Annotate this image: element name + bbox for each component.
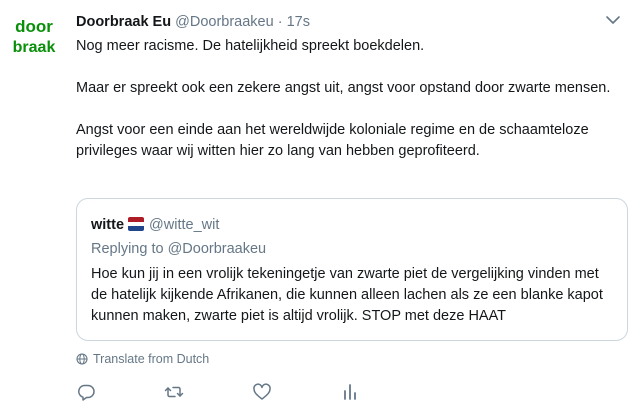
svg-text:door: door [15,17,53,36]
translate-link[interactable]: Translate from Dutch [76,351,209,367]
reply-icon[interactable] [76,382,96,402]
svg-text:braak: braak [13,39,56,56]
quoted-user-handle: @witte_wit [149,217,220,233]
tweet-timestamp[interactable]: 17s [287,14,310,30]
quoted-display-name: witte [91,217,125,233]
avatar[interactable]: door braak [10,12,58,60]
tweet-paragraph: Nog meer racisme. De hatelijkheid spreek… [76,38,425,54]
tweet-text: Nog meer racisme. De hatelijkheid spreek… [76,36,628,183]
separator-dot: · [277,14,283,30]
caret-down-icon[interactable] [605,14,621,26]
retweet-icon[interactable] [164,382,184,402]
quoted-tweet[interactable]: witte @witte_wit Replying to @Doorbraakeu… [76,198,628,341]
tweet: door braak Doorbraak Eu @Doorbraakeu · 1… [0,0,641,412]
user-handle[interactable]: @Doorbraakeu [175,14,274,30]
display-name[interactable]: Doorbraak Eu [76,14,171,30]
like-icon[interactable] [252,382,272,402]
replying-to: Replying to @Doorbraakeu [91,241,267,257]
tweet-paragraph: Angst voor een einde aan het wereldwijde… [76,122,589,159]
quoted-tweet-header: witte @witte_wit [91,216,219,234]
tweet-header: Doorbraak Eu @Doorbraakeu · 17s [76,13,310,31]
netherlands-flag-icon [128,217,145,231]
tweet-paragraph: Maar er spreekt ook een zekere angst uit… [76,80,611,96]
globe-icon [76,353,88,365]
analytics-icon[interactable] [340,382,360,402]
quoted-tweet-text: Hoe kun jij in een vrolijk tekeningetje … [91,266,603,324]
translate-label[interactable]: Translate from Dutch [93,352,209,366]
